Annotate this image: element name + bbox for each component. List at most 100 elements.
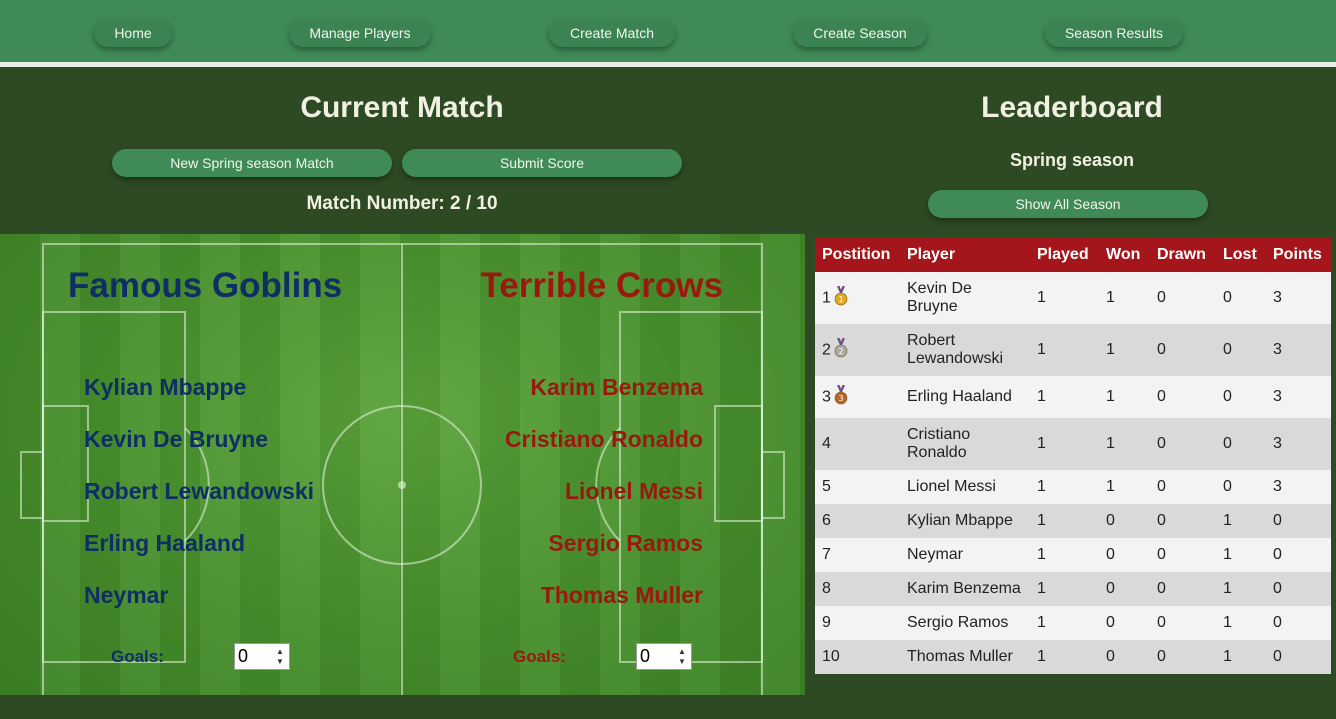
home-player: Erling Haaland [84,530,246,556]
stepper-arrows-icon[interactable]: ▲ ▼ [676,647,688,667]
played-value: 1 [1037,512,1046,529]
played-value: 1 [1037,614,1046,631]
lost-value: 1 [1223,614,1232,631]
player-value: Sergio Ramos [907,614,1009,631]
silver-medal-icon: 2 [834,337,848,363]
match-number: Match Number: 2 / 10 [306,193,498,214]
lost-value: 1 [1223,512,1232,529]
won-value: 1 [1106,388,1115,405]
cell-played: 1 [1030,324,1099,376]
pos-value: 7 [822,546,831,563]
column-header: Postition [815,238,900,272]
away-goals-value: 0 [640,646,651,666]
cell-points: 0 [1266,504,1331,538]
pos-value: 8 [822,580,831,597]
cell-won: 1 [1099,418,1150,470]
lost-value: 0 [1223,388,1232,405]
cell-won: 1 [1099,376,1150,418]
cell-won: 0 [1099,606,1150,640]
nav-manage-players-button[interactable]: Manage Players [289,19,431,47]
cell-player: Neymar [900,538,1030,572]
won-value: 1 [1106,289,1115,306]
home-player: Neymar [84,582,169,608]
cell-lost: 1 [1216,538,1266,572]
table-row: 1 1 Kevin De Bruyne 1 1 0 0 3 [815,272,1331,324]
player-value: Karim Benzema [907,580,1021,597]
pos-value: 6 [822,512,831,529]
cell-played: 1 [1030,418,1099,470]
points-value: 3 [1273,289,1282,306]
cell-played: 1 [1030,272,1099,324]
away-player: Thomas Muller [540,582,703,608]
cell-points: 0 [1266,606,1331,640]
cell-player: Robert Lewandowski [900,324,1030,376]
new-match-button[interactable]: New Spring season Match [112,149,392,177]
cell-drawn: 0 [1150,606,1216,640]
nav-create-season-button[interactable]: Create Season [793,19,927,47]
stepper-arrows-icon[interactable]: ▲ ▼ [274,647,286,667]
away-player: Cristiano Ronaldo [504,426,703,452]
won-value: 1 [1106,341,1115,358]
cell-points: 0 [1266,640,1331,674]
played-value: 1 [1037,341,1046,358]
cell-won: 0 [1099,538,1150,572]
svg-text:1: 1 [838,295,843,304]
drawn-value: 0 [1157,478,1166,495]
cell-points: 3 [1266,324,1331,376]
table-header-row: Postition Player Played Won Drawn Lost P… [815,238,1331,272]
points-value: 0 [1273,648,1282,665]
cell-lost: 1 [1216,572,1266,606]
player-value: Kylian Mbappe [907,512,1013,529]
cell-played: 1 [1030,376,1099,418]
points-value: 0 [1273,580,1282,597]
played-value: 1 [1037,648,1046,665]
drawn-value: 0 [1157,648,1166,665]
cell-played: 1 [1030,606,1099,640]
cell-pos: 5 [815,470,900,504]
cell-played: 1 [1030,470,1099,504]
table-row: 5 Lionel Messi 1 1 0 0 3 [815,470,1331,504]
cell-drawn: 0 [1150,272,1216,324]
cell-pos: 7 [815,538,900,572]
cell-player: Cristiano Ronaldo [900,418,1030,470]
lost-value: 1 [1223,648,1232,665]
leaderboard-title: Leaderboard [981,91,1163,124]
football-pitch: Famous Goblins Terrible Crows Kylian Mba… [0,234,805,695]
table-row: 2 2 Robert Lewandowski 1 1 0 0 3 [815,324,1331,376]
home-goals-input[interactable]: 0 ▲ ▼ [234,643,290,670]
column-header: Lost [1216,238,1266,272]
nav-home-button[interactable]: Home [94,19,172,47]
table-row: 7 Neymar 1 0 0 1 0 [815,538,1331,572]
pos-value: 2 [822,341,831,359]
current-match-title: Current Match [300,91,504,124]
drawn-value: 0 [1157,614,1166,631]
won-value: 0 [1106,580,1115,597]
svg-text:3: 3 [838,394,843,403]
column-header: Player [900,238,1030,272]
played-value: 1 [1037,478,1046,495]
table-row: 4 Cristiano Ronaldo 1 1 0 0 3 [815,418,1331,470]
nav-create-match-button[interactable]: Create Match [549,19,675,47]
lost-value: 0 [1223,478,1232,495]
cell-played: 1 [1030,640,1099,674]
cell-won: 0 [1099,572,1150,606]
lost-value: 1 [1223,546,1232,563]
player-value: Robert Lewandowski [907,332,1004,367]
drawn-value: 0 [1157,512,1166,529]
won-value: 0 [1106,546,1115,563]
cell-points: 3 [1266,470,1331,504]
played-value: 1 [1037,388,1046,405]
lost-value: 0 [1223,341,1232,358]
top-nav: Home Manage Players Create Match Create … [0,0,1336,67]
show-all-season-button[interactable]: Show All Season [928,190,1208,218]
nav-season-results-button[interactable]: Season Results [1045,19,1183,47]
away-goals-input[interactable]: 0 ▲ ▼ [636,643,692,670]
player-value: Thomas Muller [907,648,1013,665]
cell-points: 3 [1266,418,1331,470]
home-team-name: Famous Goblins [68,266,343,305]
column-header: Played [1030,238,1099,272]
cell-drawn: 0 [1150,470,1216,504]
column-header: Won [1099,238,1150,272]
submit-score-button[interactable]: Submit Score [402,149,682,177]
cell-lost: 1 [1216,640,1266,674]
